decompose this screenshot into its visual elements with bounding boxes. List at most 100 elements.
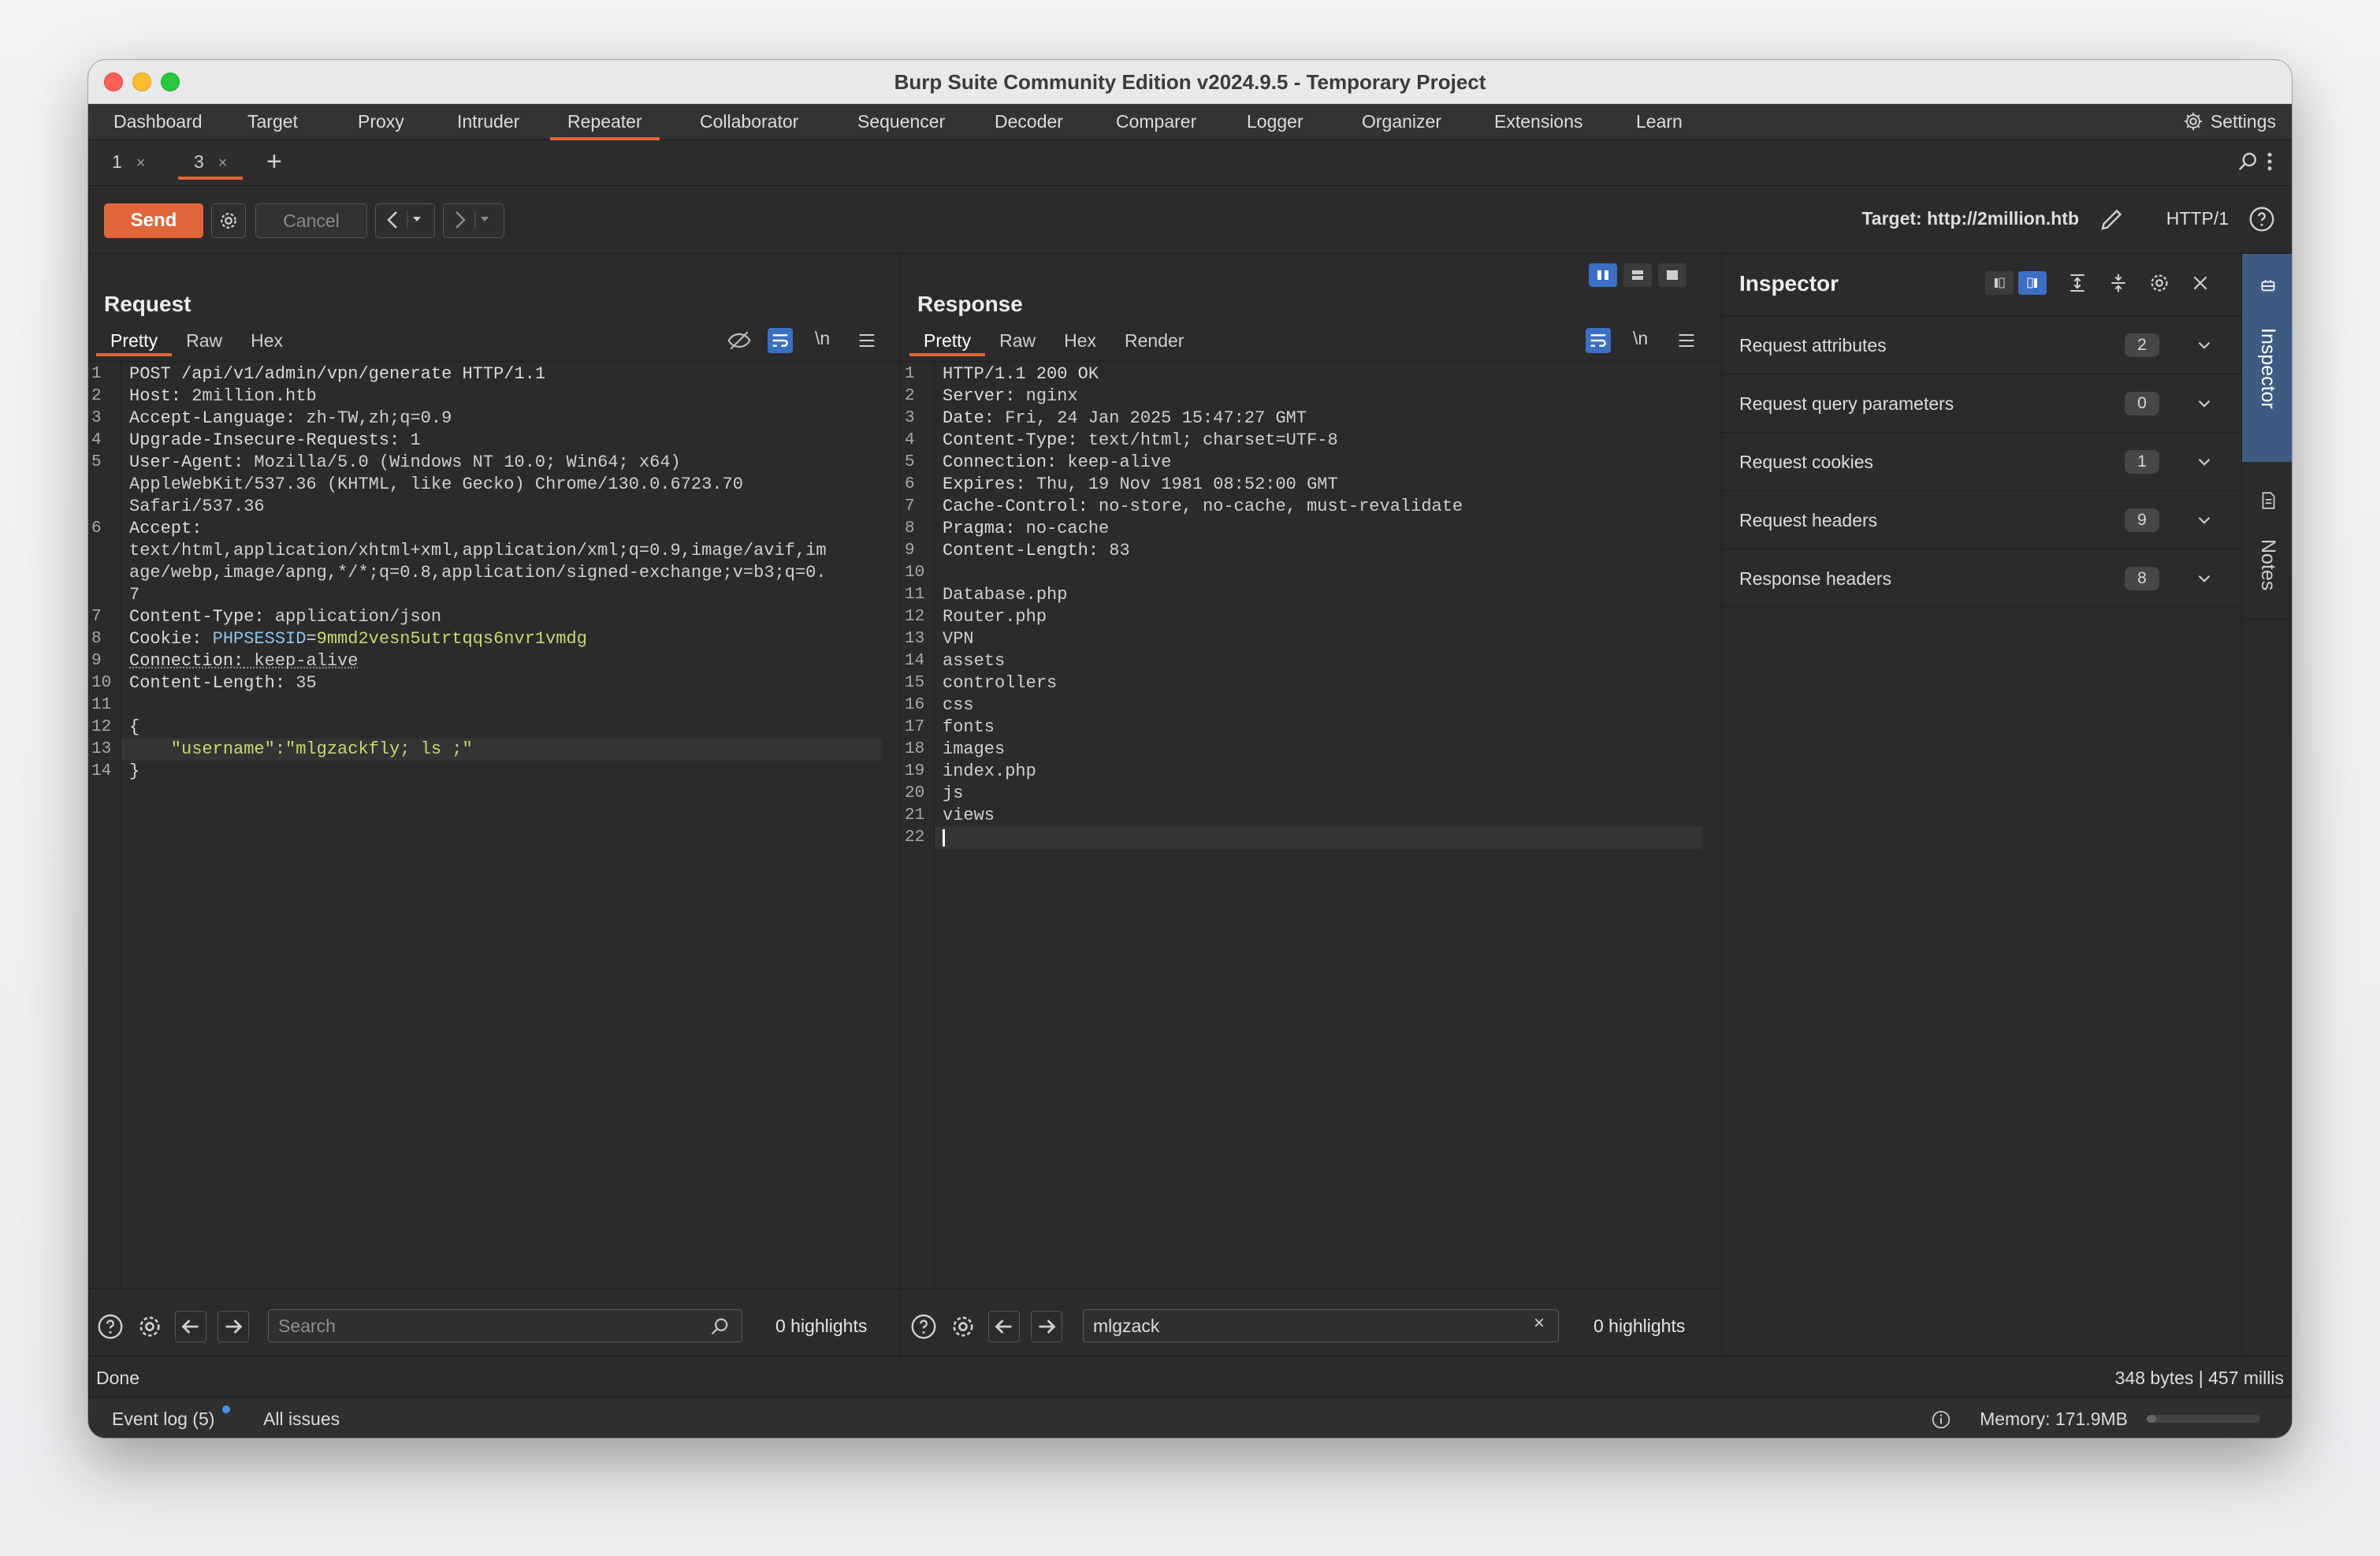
gear-icon[interactable] — [949, 1312, 977, 1341]
code-line: 14 assets — [905, 651, 1006, 671]
inspector-row-response-headers[interactable]: Response headers 8 — [1722, 549, 2241, 607]
send-options-button[interactable] — [211, 203, 246, 238]
menu-proxy[interactable]: Proxy — [340, 104, 422, 140]
next-match-button[interactable] — [218, 1311, 249, 1342]
inspector-row-request-headers[interactable]: Request headers 9 — [1722, 490, 2241, 549]
gear-icon[interactable] — [2148, 271, 2171, 295]
cancel-button[interactable]: Cancel — [255, 203, 367, 238]
main-menu: Dashboard Target Proxy Intruder Repeater… — [88, 104, 2292, 140]
help-icon[interactable] — [2248, 205, 2276, 233]
request-title: Request — [104, 292, 192, 316]
menu-decoder[interactable]: Decoder — [977, 104, 1080, 140]
code-line: age/webp,image/apng,*/*;q=0.8,applicatio… — [129, 563, 827, 583]
search-icon[interactable] — [2237, 150, 2260, 173]
response-highlight-count: 0 highlights — [1593, 1316, 1686, 1336]
tab-render[interactable]: Render — [1110, 325, 1198, 356]
request-editor[interactable]: 1 POST /api/v1/admin/vpn/generate HTTP/1.… — [88, 361, 899, 1288]
eye-off-icon[interactable] — [727, 328, 752, 353]
inspector-row-request-cookies[interactable]: Request cookies 1 — [1722, 432, 2241, 490]
tab-hex[interactable]: Hex — [236, 325, 297, 356]
response-editor[interactable]: 1 HTTP/1.1 200 OK 2 Server: nginx 3 Date: F… — [902, 361, 1720, 1288]
inspector-panel: Inspector Request attributes 2 Request q… — [1721, 254, 2241, 1356]
collapse-all-icon[interactable] — [2107, 271, 2130, 295]
wrap-toggle-button[interactable] — [768, 328, 793, 353]
menu-organizer[interactable]: Organizer — [1344, 104, 1459, 140]
more-vertical-icon[interactable] — [2263, 150, 2276, 173]
menu-logger[interactable]: Logger — [1229, 104, 1321, 140]
menu-comparer[interactable]: Comparer — [1099, 104, 1214, 140]
status-text: Done — [96, 1368, 139, 1388]
inspector-layout-right-button[interactable] — [2018, 271, 2047, 295]
layout-single-button[interactable] — [1658, 263, 1686, 287]
inspector-row-request-attributes[interactable]: Request attributes 2 — [1722, 315, 2241, 374]
repeater-tab-3[interactable]: 3 × — [178, 145, 244, 180]
code-line: 12{ — [91, 717, 140, 737]
side-tab-notes[interactable]: Notes — [2242, 462, 2292, 620]
inspector-layout-left-button[interactable] — [1985, 271, 2014, 295]
code-line: 18 images — [905, 739, 1006, 759]
tab-pretty[interactable]: Pretty — [909, 325, 986, 356]
menu-collaborator[interactable]: Collaborator — [682, 104, 816, 140]
wrap-toggle-button[interactable] — [1586, 328, 1611, 353]
layout-stacked-button[interactable] — [1623, 263, 1652, 287]
code-line: 4 Content-Type: text/html; charset=UTF-8 — [905, 430, 1338, 450]
all-issues-link[interactable]: All issues — [263, 1409, 340, 1430]
memory-bar-fill — [2147, 1415, 2156, 1423]
menu-dashboard[interactable]: Dashboard — [96, 104, 220, 140]
notes-icon — [2262, 492, 2275, 509]
code-line: 21 views — [905, 806, 995, 825]
arrow-right-icon — [225, 1320, 243, 1334]
menu-intruder[interactable]: Intruder — [440, 104, 537, 140]
tab-raw[interactable]: Raw — [985, 325, 1050, 356]
chevron-down-icon — [2198, 341, 2211, 349]
tab-hex[interactable]: Hex — [1050, 325, 1110, 356]
newline-toggle[interactable]: \n — [815, 328, 830, 349]
help-icon[interactable] — [909, 1312, 938, 1341]
event-log-link[interactable]: Event log (5) — [112, 1409, 214, 1430]
inspector-row-request-query-parameters[interactable]: Request query parameters 0 — [1722, 374, 2241, 432]
hamburger-menu-icon[interactable] — [856, 329, 878, 352]
code-line: 8 Pragma: no-cache — [905, 519, 1110, 538]
menu-learn[interactable]: Learn — [1619, 104, 1700, 140]
help-icon[interactable] — [96, 1312, 125, 1341]
chevron-left-icon — [387, 210, 421, 229]
http-version-toggle[interactable]: HTTP/1 — [2166, 208, 2229, 229]
settings-button[interactable]: Settings — [2182, 104, 2276, 140]
menu-sequencer[interactable]: Sequencer — [840, 104, 962, 140]
cursor-line: 22 — [905, 827, 1702, 849]
previous-match-button[interactable] — [988, 1311, 1020, 1342]
search-icon — [711, 1318, 728, 1335]
menu-extensions[interactable]: Extensions — [1477, 104, 1601, 140]
tab-raw[interactable]: Raw — [172, 325, 236, 356]
title-bar: Burp Suite Community Edition v2024.9.5 -… — [88, 60, 2292, 104]
side-tab-inspector[interactable]: Inspector — [2242, 254, 2292, 462]
repeater-tab-bar: 1 × 3 × + — [88, 140, 2292, 186]
clear-search-icon[interactable]: × — [1534, 1312, 1545, 1335]
menu-repeater[interactable]: Repeater — [550, 104, 660, 140]
history-forward-button[interactable] — [443, 203, 504, 238]
pencil-icon[interactable] — [2098, 205, 2126, 233]
new-tab-plus-icon[interactable]: + — [266, 145, 282, 178]
next-match-button[interactable] — [1031, 1311, 1062, 1342]
expand-all-icon[interactable] — [2066, 271, 2089, 295]
send-button[interactable]: Send — [104, 203, 203, 238]
close-icon[interactable] — [2190, 273, 2211, 293]
info-icon[interactable] — [1931, 1409, 1951, 1430]
gear-icon[interactable] — [136, 1312, 164, 1341]
wrap-lines-icon — [772, 334, 788, 347]
menu-target[interactable]: Target — [230, 104, 315, 140]
row-count-badge: 9 — [2125, 508, 2159, 532]
previous-match-button[interactable] — [175, 1311, 206, 1342]
repeater-tab-1[interactable]: 1 × — [96, 145, 161, 180]
request-search-input[interactable]: Search — [268, 1309, 742, 1342]
tab-pretty[interactable]: Pretty — [96, 325, 173, 356]
close-tab-icon[interactable]: × — [136, 154, 146, 172]
history-back-button[interactable] — [375, 203, 435, 238]
code-line: text/html,application/xhtml+xml,applicat… — [129, 541, 827, 560]
layout-side-by-side-button[interactable] — [1589, 263, 1617, 287]
close-tab-icon[interactable]: × — [218, 154, 228, 172]
arrow-left-icon — [181, 1320, 199, 1334]
response-search-input[interactable]: mlgzack — [1083, 1309, 1559, 1342]
hamburger-menu-icon[interactable] — [1675, 329, 1698, 352]
newline-toggle[interactable]: \n — [1633, 328, 1648, 349]
